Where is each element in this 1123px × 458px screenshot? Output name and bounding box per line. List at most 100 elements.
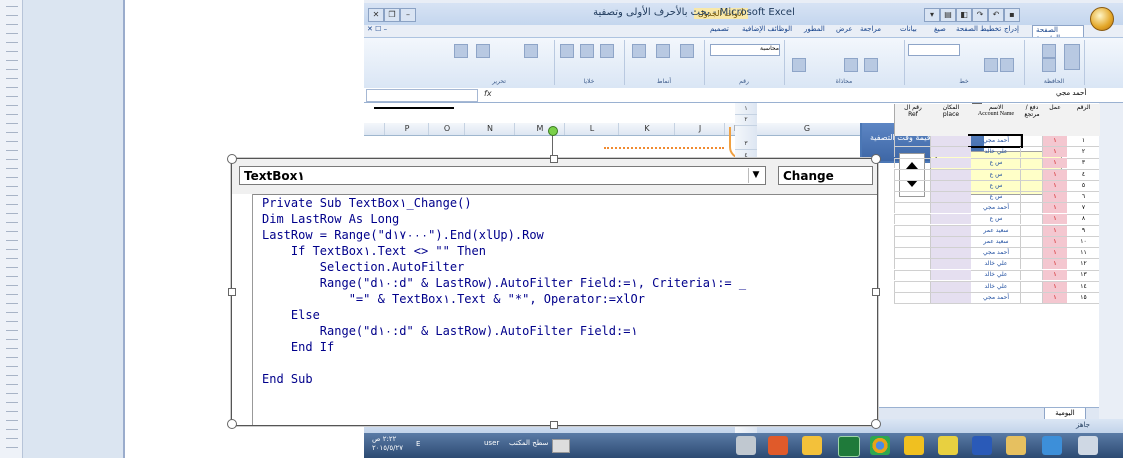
ie-icon[interactable] <box>1042 436 1062 455</box>
code-line[interactable]: Private Sub TextBox١_Change() <box>262 195 872 211</box>
word-icon[interactable] <box>972 436 992 455</box>
cell-name[interactable]: أحمد مجي <box>970 203 1021 214</box>
number-format-select[interactable]: محاسبة <box>710 44 780 56</box>
cell-ref[interactable] <box>894 169 931 180</box>
cell-ref[interactable] <box>894 192 931 202</box>
formula-value[interactable]: أحمد مجي <box>1056 89 1086 97</box>
chrome-icon[interactable] <box>870 436 890 455</box>
cell-pay[interactable] <box>1020 192 1043 202</box>
cell-pay[interactable] <box>1020 259 1043 270</box>
taskbar-desktop[interactable]: سطح المكتب <box>509 439 548 447</box>
cell-place[interactable] <box>930 281 971 292</box>
cell-name[interactable]: سعيد عمر <box>970 236 1021 247</box>
cell-place[interactable] <box>930 248 971 258</box>
th-ref[interactable]: رقم ال Ref <box>894 104 931 136</box>
resize-handle[interactable] <box>227 419 237 429</box>
format-as-table-icon[interactable] <box>656 44 670 58</box>
restore-icon[interactable]: ❐ <box>384 8 400 22</box>
preview-icon[interactable]: ◧ <box>956 8 972 22</box>
cell-name[interactable]: س ع <box>970 180 1021 191</box>
find-select-icon[interactable] <box>454 44 468 58</box>
explorer-icon[interactable] <box>1006 436 1026 455</box>
cell-ref[interactable] <box>894 248 931 258</box>
cell-number[interactable]: ١٥ <box>1066 292 1100 303</box>
qat-dropdown-icon[interactable]: ▾ <box>924 8 940 22</box>
tab-formulas[interactable]: صيغ <box>934 25 946 33</box>
resize-handle[interactable] <box>871 419 881 429</box>
code-editor[interactable]: Private Sub TextBox١_Change() Dim LastRow… <box>262 195 872 421</box>
cell-work[interactable]: ١ <box>1042 180 1067 191</box>
resize-handle[interactable] <box>550 421 558 429</box>
insert-cells-icon[interactable] <box>600 44 614 58</box>
taskbar-user[interactable]: user <box>484 439 499 447</box>
cell-ref[interactable] <box>894 259 931 270</box>
print-icon[interactable]: ▤ <box>940 8 956 22</box>
name-box[interactable] <box>366 89 478 102</box>
cell-pay[interactable] <box>1020 169 1043 180</box>
taskbar-clock[interactable]: ٢:٢٢ ص ٢٠١٥/٥/٢٧ <box>372 435 403 453</box>
rotate-handle[interactable] <box>548 126 558 136</box>
code-line[interactable]: LastRow = Range("d١٧٠٠٠").End(xlUp).Row <box>262 227 872 243</box>
cell-work[interactable]: ١ <box>1042 147 1067 158</box>
cell-work[interactable]: ١ <box>1042 248 1067 258</box>
resize-handle[interactable] <box>872 288 880 296</box>
th-place[interactable]: المكان place <box>930 104 971 136</box>
cell-name[interactable]: علي خالد <box>970 259 1021 270</box>
cell-name[interactable]: أحمد مجي <box>970 292 1021 303</box>
tab-review[interactable]: مراجعة <box>860 25 881 33</box>
code-line[interactable]: "=" & TextBox١.Text & "*", Operator:=xlO… <box>262 291 872 307</box>
cell-number[interactable]: ٩ <box>1066 225 1100 236</box>
tools-icon[interactable] <box>736 436 756 455</box>
procedure-combo[interactable]: Change <box>778 166 873 185</box>
row-header[interactable]: ٢ <box>735 114 757 126</box>
cell-place[interactable] <box>930 136 971 146</box>
cell-number[interactable]: ٢ <box>1066 147 1100 158</box>
align-center-icon[interactable] <box>864 58 878 72</box>
language-indicator[interactable]: E <box>416 440 420 448</box>
code-line[interactable]: End Sub <box>262 371 872 387</box>
cell-place[interactable] <box>930 147 971 158</box>
cell-number[interactable]: ١ <box>1066 136 1100 146</box>
cell-pay[interactable] <box>1020 147 1043 158</box>
cell-number[interactable]: ١٢ <box>1066 259 1100 270</box>
cell-number[interactable]: ١١ <box>1066 248 1100 258</box>
cell-pay[interactable] <box>1020 292 1043 303</box>
cell-pay[interactable] <box>1020 180 1043 191</box>
cell-name[interactable]: علي خالد <box>970 281 1021 292</box>
undo-icon[interactable]: ↶ <box>988 8 1004 22</box>
cell-work[interactable]: ١ <box>1042 214 1067 225</box>
code-line[interactable]: If TextBox١.Text <> "" Then <box>262 243 872 259</box>
resize-handle[interactable] <box>227 154 237 164</box>
media-player-icon[interactable] <box>768 436 788 455</box>
cell-pay[interactable] <box>1020 136 1043 146</box>
chevron-down-icon[interactable]: ▼ <box>748 168 763 183</box>
resize-handle[interactable] <box>550 155 558 163</box>
cut-icon[interactable] <box>1042 44 1056 58</box>
save-icon[interactable]: ▪ <box>1004 8 1020 22</box>
cell-number[interactable]: ١٤ <box>1066 281 1100 292</box>
cell-number[interactable]: ١٠ <box>1066 236 1100 247</box>
col-header[interactable]: N <box>464 123 515 135</box>
cell-work[interactable]: ١ <box>1042 136 1067 146</box>
cell-ref[interactable] <box>894 136 931 146</box>
format-cells-icon[interactable] <box>560 44 574 58</box>
cell-ref[interactable] <box>894 203 931 214</box>
tab-addins[interactable]: الوظائف الإضافية <box>742 25 792 33</box>
redo-icon[interactable]: ↷ <box>972 8 988 22</box>
cell-pay[interactable] <box>1020 270 1043 281</box>
cell-number[interactable]: ٧ <box>1066 203 1100 214</box>
resize-handle[interactable] <box>228 288 236 296</box>
delete-cells-icon[interactable] <box>580 44 594 58</box>
cell-name[interactable]: علي خالد <box>970 147 1021 158</box>
merge-center-icon[interactable] <box>792 58 806 72</box>
object-combo[interactable]: TextBox١ ▼ <box>239 166 766 185</box>
th-name[interactable]: الاسم Account Name <box>970 104 1021 136</box>
cell-ref[interactable] <box>894 281 931 292</box>
sort-filter-icon[interactable] <box>476 44 490 58</box>
col-header[interactable]: K <box>618 123 675 135</box>
row-header[interactable]: ٣ <box>735 138 757 150</box>
autosum-icon[interactable] <box>524 44 538 58</box>
cell-place[interactable] <box>930 214 971 225</box>
cell-ref[interactable] <box>894 180 931 191</box>
col-header[interactable]: O <box>428 123 465 135</box>
